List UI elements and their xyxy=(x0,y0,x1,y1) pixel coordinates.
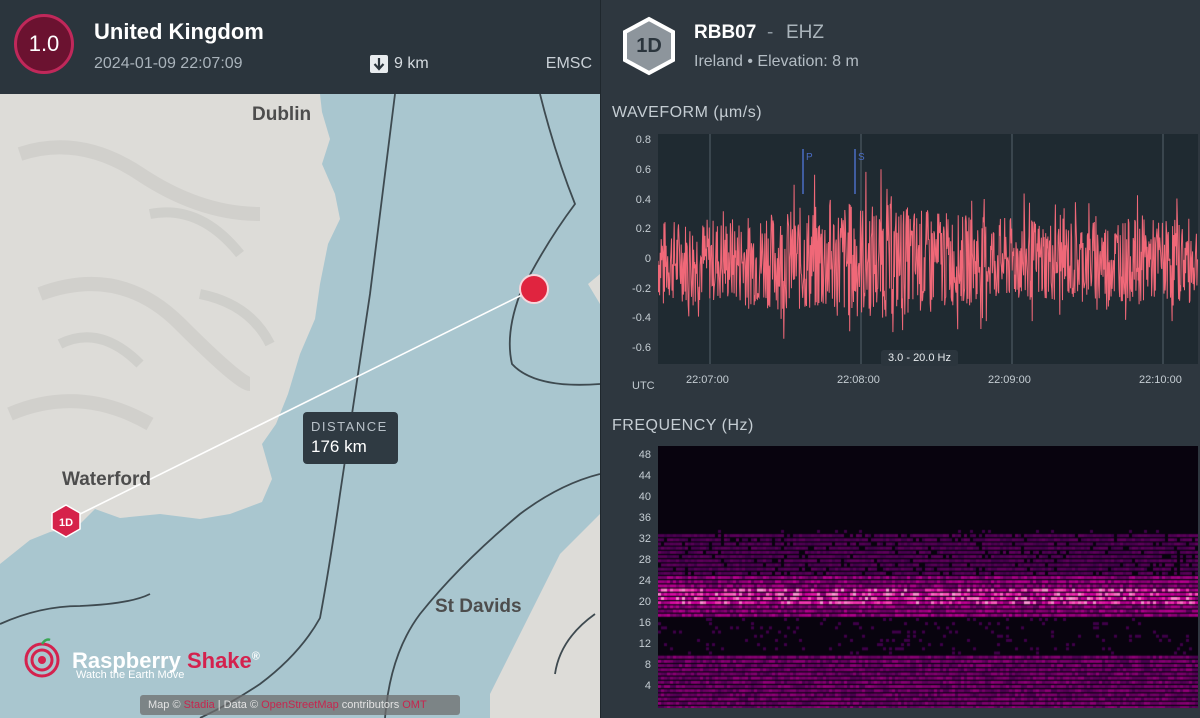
attribution-link-omt[interactable]: OMT xyxy=(402,699,426,711)
station-marker-label: 1D xyxy=(59,517,73,529)
phase-marker-p-label: P xyxy=(806,152,813,163)
map-attribution: Map © Stadia | Data © OpenStreetMap cont… xyxy=(140,695,460,715)
waveform-xtick: 22:07:00 xyxy=(686,374,729,386)
distance-value: 176 km xyxy=(311,437,367,456)
phase-marker-s-label: S xyxy=(858,152,865,163)
attribution-link-stadia[interactable]: Stadia xyxy=(184,699,215,711)
waveform-filter: 3.0 - 20.0 Hz xyxy=(881,350,958,366)
spectrogram-ytick: 8 xyxy=(644,659,651,672)
waveform-xtick: 22:08:00 xyxy=(837,374,880,386)
event-region: United Kingdom xyxy=(94,19,264,44)
station-separator: - xyxy=(767,22,774,43)
distance-label: DISTANCE xyxy=(311,419,388,434)
waveform-ytick: 0.8 xyxy=(635,134,651,147)
depth-value: 9 km xyxy=(394,55,429,72)
station-badge-label: 1D xyxy=(636,34,662,57)
epicenter-marker xyxy=(519,274,549,304)
station-channel: EHZ xyxy=(786,22,824,43)
frequency-title: FREQUENCY (Hz) xyxy=(612,417,754,434)
waveform-timezone: UTC xyxy=(632,380,655,392)
waveform-ytick: 0.4 xyxy=(635,193,651,206)
waveform-ytick: 0.2 xyxy=(635,223,651,236)
waveform-plot[interactable]: PS xyxy=(657,134,1198,364)
spectrogram-ytick: 24 xyxy=(638,575,651,588)
waveform-ytick: -0.6 xyxy=(632,342,651,355)
waveform-ytick: -0.2 xyxy=(632,282,651,295)
waveform-xtick: 22:10:00 xyxy=(1139,374,1182,386)
spectrogram-ytick: 4 xyxy=(644,680,651,693)
city-dublin: Dublin xyxy=(252,104,312,125)
event-depth: 9 km xyxy=(370,55,429,73)
arrow-down-icon xyxy=(370,55,388,73)
waveform-title: WAVEFORM (µm/s) xyxy=(612,104,763,121)
event-header: 1.0 United Kingdom 2024-01-09 22:07:09 9… xyxy=(0,0,600,94)
station-location: Ireland • Elevation: 8 m xyxy=(694,53,859,70)
spectrogram-ytick: 36 xyxy=(638,512,651,525)
spectrogram-ytick: 12 xyxy=(638,638,651,651)
station-panel: 1D RBB07 - EHZ Ireland • Elevation: 8 m … xyxy=(601,0,1200,718)
station-code: RBB07 xyxy=(694,22,757,43)
distance-tooltip: DISTANCE 176 km xyxy=(303,412,398,464)
event-datetime: 2024-01-09 22:07:09 xyxy=(94,55,243,72)
waveform-ytick: 0 xyxy=(644,253,651,266)
spectrogram-ytick: 28 xyxy=(638,554,651,567)
event-panel: 1.0 United Kingdom 2024-01-09 22:07:09 9… xyxy=(0,0,600,718)
waveform-xtick: 22:09:00 xyxy=(988,374,1031,386)
brand-tagline: Watch the Earth Move xyxy=(76,669,185,681)
spectrogram-ytick: 16 xyxy=(638,617,651,630)
spectrogram-ytick: 20 xyxy=(638,596,651,609)
spectrogram-ytick: 48 xyxy=(638,449,651,462)
raspberry-shake-icon xyxy=(22,638,62,683)
map-canvas[interactable]: 1D xyxy=(0,94,600,718)
spectrogram-ytick: 44 xyxy=(638,470,651,483)
spectrogram-ytick: 32 xyxy=(638,533,651,546)
magnitude-badge: 1.0 xyxy=(14,14,74,74)
attribution-link-osm[interactable]: OpenStreetMap xyxy=(261,699,339,711)
waveform-ytick: -0.4 xyxy=(632,312,651,325)
spectrogram-ytick: 40 xyxy=(638,491,651,504)
spectrogram-plot[interactable] xyxy=(658,446,1198,708)
city-st-davids: St Davids xyxy=(435,596,522,617)
map-view[interactable]: 1D Dublin Waterford St Davids xyxy=(0,94,600,718)
waveform-ytick: 0.6 xyxy=(635,164,651,177)
city-waterford: Waterford xyxy=(62,469,152,490)
event-source[interactable]: EMSC xyxy=(546,55,592,73)
station-badge: 1D xyxy=(621,16,677,76)
